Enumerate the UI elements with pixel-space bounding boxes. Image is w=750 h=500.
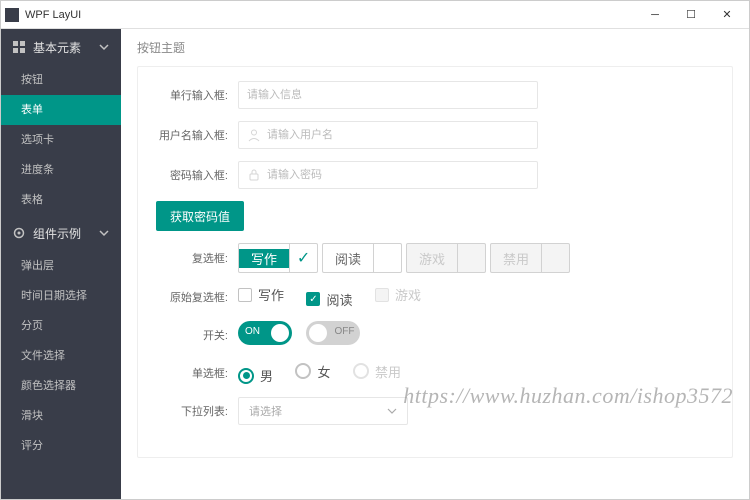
select-label: 下拉列表: bbox=[156, 403, 228, 419]
gear-icon bbox=[13, 227, 25, 239]
select-placeholder: 请选择 bbox=[249, 403, 282, 419]
window-title: WPF LayUI bbox=[25, 9, 637, 21]
titlebar: WPF LayUI ─ ☐ ✕ bbox=[1, 1, 749, 29]
sidebar-item-pager[interactable]: 分页 bbox=[1, 311, 121, 341]
minimize-button[interactable]: ─ bbox=[637, 1, 673, 28]
sidebar-item-file[interactable]: 文件选择 bbox=[1, 341, 121, 371]
sidebar-group-label: 基本元素 bbox=[33, 39, 81, 56]
select-dropdown[interactable]: 请选择 bbox=[238, 397, 408, 425]
close-button[interactable]: ✕ bbox=[709, 1, 745, 28]
checkbox-disabled: 禁用 bbox=[490, 243, 570, 273]
checkbox-read[interactable]: 阅读 bbox=[322, 243, 402, 273]
switch-label: 开关: bbox=[156, 327, 228, 343]
checkbox-game: 游戏 bbox=[406, 243, 486, 273]
native-checkbox-read[interactable]: ✓阅读 bbox=[306, 290, 352, 309]
sidebar-item-layer[interactable]: 弹出层 bbox=[1, 251, 121, 281]
sidebar-item-slider[interactable]: 滑块 bbox=[1, 401, 121, 431]
user-icon bbox=[247, 128, 261, 142]
switch-off[interactable]: OFF bbox=[306, 321, 360, 345]
switch-on[interactable]: ON bbox=[238, 321, 292, 345]
radio-disabled: 禁用 bbox=[353, 362, 401, 381]
get-password-button[interactable]: 获取密码值 bbox=[156, 201, 244, 231]
grid-icon bbox=[13, 41, 25, 53]
checkbox-label: 复选框: bbox=[156, 250, 228, 266]
sidebar-item-form[interactable]: 表单 bbox=[1, 95, 121, 125]
password-input-label: 密码输入框: bbox=[156, 167, 228, 183]
native-checkbox-label: 原始复选框: bbox=[156, 289, 228, 305]
sidebar-item-table[interactable]: 表格 bbox=[1, 185, 121, 215]
sidebar-item-rate[interactable]: 评分 bbox=[1, 431, 121, 461]
sidebar-item-tabs[interactable]: 选项卡 bbox=[1, 125, 121, 155]
radio-female[interactable]: 女 bbox=[295, 362, 330, 381]
single-input-label: 单行输入框: bbox=[156, 87, 228, 103]
sidebar-item-button[interactable]: 按钮 bbox=[1, 65, 121, 95]
sidebar-group-basic[interactable]: 基本元素 bbox=[1, 29, 121, 65]
form-card: 单行输入框: 用户名输入框: 密码输入框: bbox=[137, 66, 733, 458]
app-icon bbox=[5, 8, 19, 22]
single-input[interactable] bbox=[238, 81, 538, 109]
native-checkbox-game: 游戏 bbox=[375, 285, 421, 304]
radio-label: 单选框: bbox=[156, 365, 228, 381]
chevron-down-icon bbox=[387, 406, 397, 416]
sidebar-item-progress[interactable]: 进度条 bbox=[1, 155, 121, 185]
maximize-button[interactable]: ☐ bbox=[673, 1, 709, 28]
sidebar-item-color[interactable]: 颜色选择器 bbox=[1, 371, 121, 401]
native-checkbox-write[interactable]: 写作 bbox=[238, 285, 284, 304]
user-input-label: 用户名输入框: bbox=[156, 127, 228, 143]
user-input[interactable] bbox=[267, 122, 529, 148]
chevron-down-icon bbox=[99, 228, 109, 238]
sidebar-group-label: 组件示例 bbox=[33, 225, 81, 242]
lock-icon bbox=[247, 168, 261, 182]
sidebar-group-components[interactable]: 组件示例 bbox=[1, 215, 121, 251]
password-input[interactable] bbox=[267, 162, 529, 188]
sidebar: 基本元素 按钮 表单 选项卡 进度条 表格 组件示例 弹出层 时间日期选择 分页… bbox=[1, 29, 121, 499]
page-heading: 按钮主题 bbox=[137, 39, 733, 56]
chevron-down-icon bbox=[99, 42, 109, 52]
radio-male[interactable]: 男 bbox=[238, 366, 273, 385]
sidebar-item-datetime[interactable]: 时间日期选择 bbox=[1, 281, 121, 311]
checkbox-write[interactable]: 写作✓ bbox=[238, 243, 318, 273]
check-icon: ✓ bbox=[289, 244, 317, 272]
main-content: 按钮主题 单行输入框: 用户名输入框: 密码输入框: bbox=[121, 29, 749, 499]
